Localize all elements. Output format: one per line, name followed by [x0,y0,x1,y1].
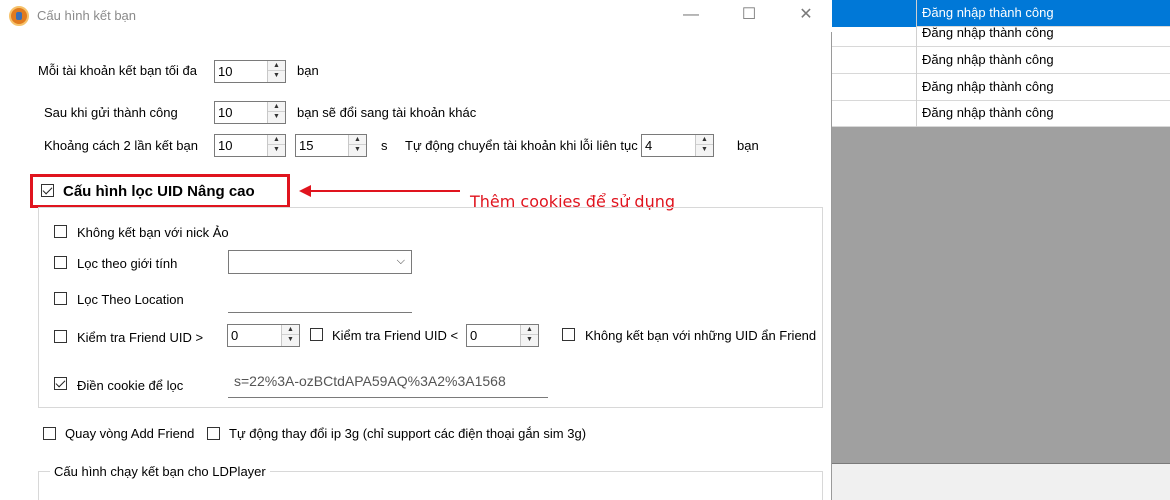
after-sent-stepper[interactable]: 10 ▲ ▼ [214,101,286,124]
location-filter-label: Lọc Theo Location [77,292,184,307]
up-arrow-icon[interactable]: ▲ [268,61,285,71]
background-data-grid: Đăng nhập thành công Đăng nhập thành côn… [832,0,1170,127]
bottom-panel [832,463,1170,500]
up-arrow-icon[interactable]: ▲ [268,102,285,112]
table-cell [832,20,917,47]
auto-switch-label: Tự động chuyển tài khoản khi lỗi liên tụ… [405,138,638,153]
up-arrow-icon[interactable]: ▲ [268,135,285,145]
no-fake-nick-label: Không kết bạn với nick Ảo [77,225,229,240]
down-arrow-icon[interactable]: ▼ [268,71,285,81]
minimize-button[interactable]: — [668,0,714,32]
status-cell: Đăng nhập thành công [922,79,1054,94]
down-arrow-icon[interactable]: ▼ [696,145,713,155]
maximize-button[interactable]: ☐ [726,0,772,32]
dialog-title: Cấu hình kết bạn [37,8,137,23]
friend-gt-checkbox[interactable] [54,330,67,343]
gender-select[interactable]: ⌵ [228,250,412,274]
status-cell: Đăng nhập thành công [922,52,1054,67]
status-cell: Đăng nhập thành công [922,105,1054,120]
app-icon [9,6,29,26]
up-arrow-icon[interactable]: ▲ [282,325,299,335]
auto-switch-stepper[interactable]: 4 ▲ ▼ [641,134,714,157]
ldplayer-group-label: Cấu hình chạy kết bạn cho LDPlayer [50,464,270,479]
advanced-filter-checkbox[interactable] [41,184,54,197]
interval-max-stepper[interactable]: 15 ▲ ▼ [295,134,367,157]
auto-switch-unit: bạn [737,138,759,153]
after-sent-unit: bạn sẽ đổi sang tài khoản khác [297,105,477,120]
status-cell: Đăng nhập thành công [922,25,1054,40]
advanced-filter-label: Cấu hình lọc UID Nâng cao [63,183,255,200]
down-arrow-icon[interactable]: ▼ [268,112,285,122]
location-filter-checkbox[interactable] [54,292,67,305]
table-cell [832,100,917,127]
grid-empty-area [832,127,1170,463]
gender-filter-checkbox[interactable] [54,256,67,269]
friend-lt-checkbox[interactable] [310,328,323,341]
annotation-arrow-line [302,190,460,192]
friend-config-dialog: Cấu hình kết bạn — ☐ ✕ Mỗi tài khoản kết… [0,0,832,500]
down-arrow-icon[interactable]: ▼ [521,335,538,345]
no-fake-nick-checkbox[interactable] [54,225,67,238]
cookie-filter-checkbox[interactable] [54,377,67,390]
table-cell [832,74,917,101]
up-arrow-icon[interactable]: ▲ [349,135,366,145]
table-row[interactable]: Đăng nhập thành công [832,74,1170,101]
up-arrow-icon[interactable]: ▲ [521,325,538,335]
friend-gt-label: Kiểm tra Friend UID > [77,330,204,345]
after-sent-label: Sau khi gửi thành công [44,105,178,120]
table-cell [832,47,917,74]
down-arrow-icon[interactable]: ▼ [282,335,299,345]
up-arrow-icon[interactable]: ▲ [696,135,713,145]
location-input[interactable] [228,312,412,313]
max-friends-label: Mỗi tài khoản kết bạn tối đa [38,63,197,78]
close-button[interactable]: ✕ [783,0,829,32]
rotate-add-friend-label: Quay vòng Add Friend [65,426,195,441]
down-arrow-icon[interactable]: ▼ [349,145,366,155]
down-arrow-icon[interactable]: ▼ [268,145,285,155]
table-row[interactable]: Đăng nhập thành công [832,47,1170,74]
table-row[interactable]: Đăng nhập thành công [832,100,1170,127]
friend-lt-stepper[interactable]: 0 ▲ ▼ [466,324,539,347]
friend-gt-stepper[interactable]: 0 ▲ ▼ [227,324,300,347]
title-bar[interactable]: Cấu hình kết bạn — ☐ ✕ [0,0,832,32]
hidden-friend-label: Không kết bạn với những UID ẩn Friend [585,328,817,343]
hidden-friend-checkbox[interactable] [562,328,575,341]
max-friends-unit: bạn [297,63,319,78]
rotate-add-friend-checkbox[interactable] [43,427,56,440]
interval-label: Khoảng cách 2 lần kết bạn [44,138,198,153]
interval-unit: s [381,138,388,153]
cookie-filter-label: Điền cookie để lọc [77,378,184,393]
interval-min-stepper[interactable]: 10 ▲ ▼ [214,134,286,157]
auto-ip-checkbox[interactable] [207,427,220,440]
chevron-down-icon: ⌵ [396,255,405,267]
gender-filter-label: Lọc theo giới tính [77,256,178,271]
friend-lt-label: Kiểm tra Friend UID < [332,328,459,343]
auto-ip-label: Tự động thay đổi ip 3g (chỉ support các … [229,426,587,441]
cookie-input[interactable]: s=22%3A-ozBCtdAPA59AQ%3A2%3A1568 [228,368,548,398]
table-row[interactable]: Đăng nhập thành công [832,20,1170,47]
max-friends-stepper[interactable]: 10 ▲ ▼ [214,60,286,83]
